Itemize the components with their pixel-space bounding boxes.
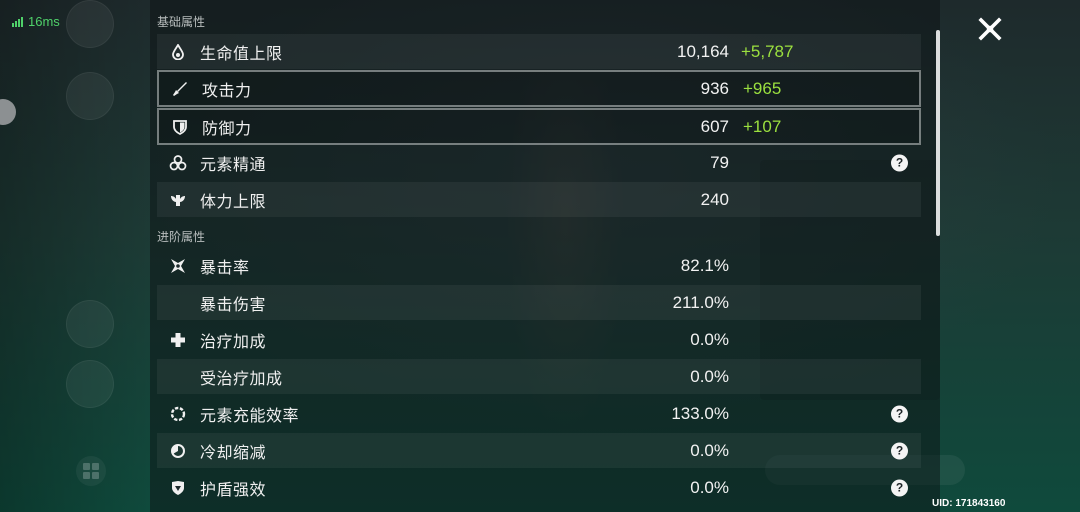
help-icon[interactable]: ? [891,479,908,496]
network-status: 16ms [12,14,60,29]
character-avatar-2 [66,72,114,120]
stamina-icon [169,191,187,209]
character-avatar-4 [66,360,114,408]
stat-row-cd-reduction[interactable]: 冷却缩减 0.0% ? [157,433,921,468]
stat-label: 元素精通 [200,154,267,174]
stat-value: 82.1% [680,255,729,275]
stat-row-def[interactable]: 防御力 607 +107 [157,108,921,145]
elemental-mastery-icon [169,154,187,172]
signal-icon [12,16,23,27]
stat-row-hp[interactable]: 生命值上限 10,164 +5,787 [157,34,921,69]
stat-label: 受治疗加成 [200,368,283,388]
stat-row-atk[interactable]: 攻击力 936 +965 [157,70,921,107]
stat-bonus: +107 [743,116,782,136]
healing-cross-icon [169,331,187,349]
character-avatar-3 [66,300,114,348]
help-icon[interactable]: ? [891,154,908,171]
close-icon [978,17,1002,41]
stat-value: 240 [700,189,729,209]
stat-row-incoming-healing[interactable]: 受治疗加成 0.0% [157,359,921,394]
stat-label: 元素充能效率 [200,405,300,425]
close-button[interactable] [975,14,1005,44]
stat-row-er[interactable]: 元素充能效率 133.0% ? [157,396,921,431]
stat-bonus: +965 [743,78,782,98]
stat-label: 暴击伤害 [200,294,267,314]
stat-row-stamina[interactable]: 体力上限 240 [157,182,921,217]
stat-label: 治疗加成 [200,331,267,351]
stat-value: 0.0% [690,477,729,497]
stat-row-em[interactable]: 元素精通 79 ? [157,145,921,180]
stat-label: 冷却缩减 [200,442,267,462]
crit-rate-icon [169,257,187,275]
stat-value: 0.0% [690,440,729,460]
stat-label: 生命值上限 [200,43,283,63]
section-title-base: 基础属性 [157,15,206,29]
side-menu-toggle[interactable] [0,99,16,125]
stat-label: 攻击力 [202,80,252,100]
stat-value: 0.0% [690,366,729,386]
uid-text: UID: 171843160 [932,498,1006,509]
stat-label: 暴击率 [200,257,250,277]
attack-sword-icon [171,80,189,98]
help-icon[interactable]: ? [891,442,908,459]
stat-label: 体力上限 [200,191,267,211]
stat-value: 0.0% [690,329,729,349]
ping-text: 16ms [28,14,60,29]
stat-row-shield[interactable]: 护盾强效 0.0% ? [157,470,921,505]
stat-label: 防御力 [202,118,252,138]
stat-value: 79 [710,152,729,172]
scrollbar[interactable] [936,30,940,236]
shield-strength-icon [169,479,187,497]
character-list-backdrop [0,0,150,512]
stat-row-healing[interactable]: 治疗加成 0.0% [157,322,921,357]
stat-label: 护盾强效 [200,479,267,499]
defense-shield-icon [171,118,189,136]
stat-bonus: +5,787 [741,41,794,61]
stat-value: 211.0% [672,292,729,312]
stat-value: 133.0% [671,403,729,423]
energy-recharge-icon [169,405,187,423]
stat-value: 10,164 [677,41,729,61]
character-avatar-1 [66,0,114,48]
grid-menu-button[interactable] [76,456,106,486]
cooldown-icon [169,442,187,460]
stat-row-crit-rate[interactable]: 暴击率 82.1% [157,248,921,283]
stat-value: 936 [700,78,729,98]
stat-value: 607 [700,116,729,136]
grid-icon [83,463,99,479]
stat-row-crit-dmg[interactable]: 暴击伤害 211.0% [157,285,921,320]
help-icon[interactable]: ? [891,405,908,422]
hp-drop-icon [169,43,187,61]
section-title-advanced: 进阶属性 [157,230,206,244]
